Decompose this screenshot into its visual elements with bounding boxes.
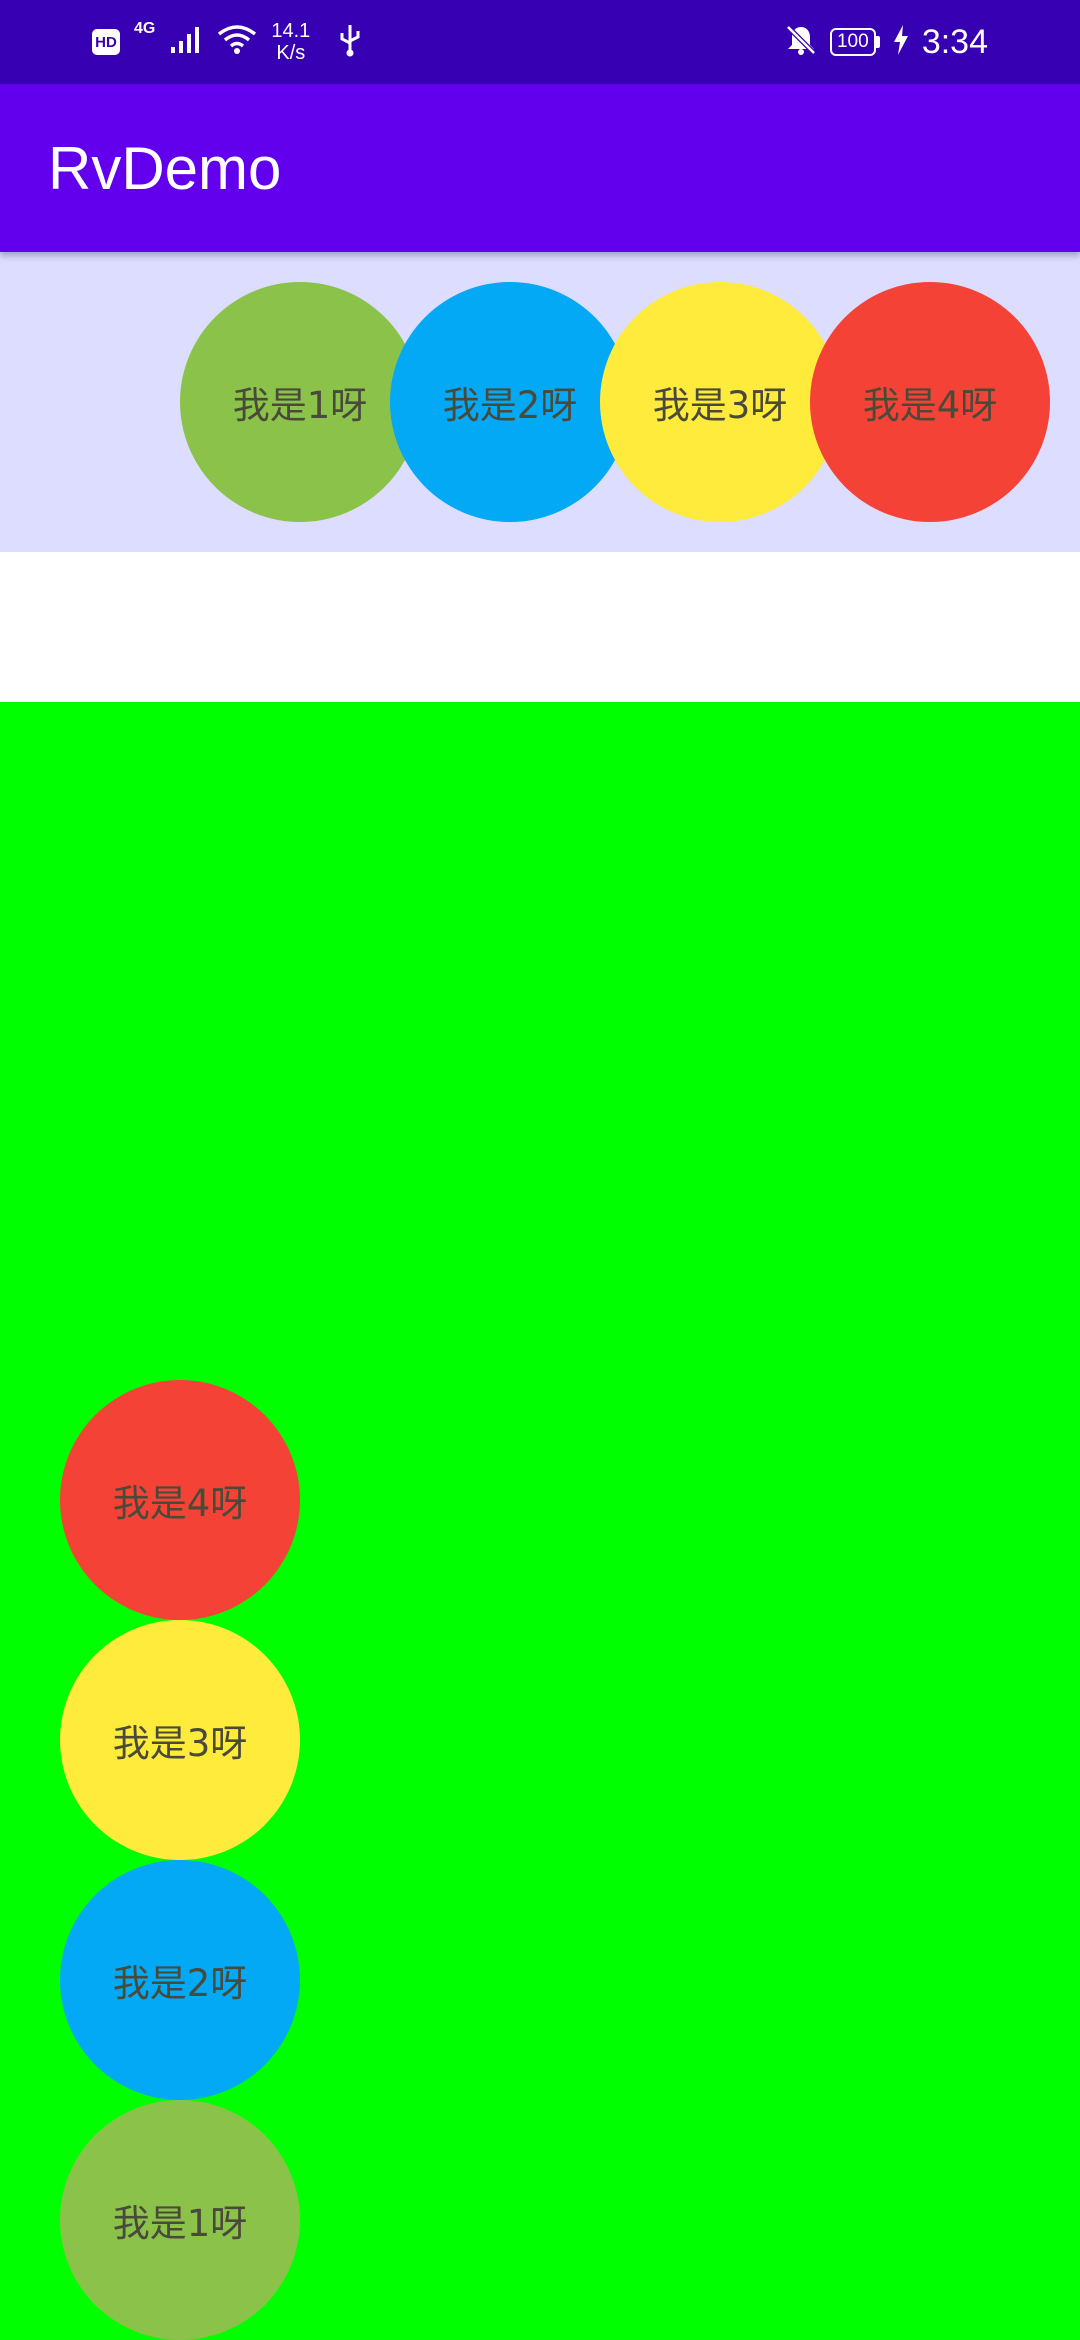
vertical-list[interactable]: 我是4呀 我是3呀 我是2呀 我是1呀 [0,702,1080,2340]
list-item[interactable]: 我是1呀 [60,2100,300,2340]
horizontal-list[interactable]: 我是1呀 我是2呀 我是3呀 我是4呀 [0,252,1080,552]
list-item-label: 我是1呀 [112,2202,248,2245]
speed-unit: K/s [276,42,306,64]
list-item-label: 我是1呀 [232,384,368,427]
list-item-label: 我是3呀 [112,1722,248,1765]
list-item-label: 我是2呀 [442,384,578,427]
signal-icon [169,25,203,59]
network-speed: 14.1 K/s [271,20,310,64]
spacer [0,552,1080,702]
wifi-icon [217,24,257,60]
list-item-label: 我是4呀 [862,384,998,427]
status-bar-left: HD 4G 14.1 K/s [92,0,362,84]
battery-icon: 100 [829,28,876,56]
usb-icon [338,23,362,61]
bell-off-icon [784,23,818,61]
list-item[interactable]: 我是4呀 [810,282,1050,522]
list-item-label: 我是3呀 [652,384,788,427]
status-bar: HD 4G 14.1 K/s 100 3:34 [0,0,1080,84]
list-item-label: 我是4呀 [112,1482,248,1525]
list-item[interactable]: 我是3呀 [600,282,840,522]
app-title: RvDemo [48,134,282,202]
battery-tip [875,36,880,48]
list-item[interactable]: 我是2呀 [390,282,630,522]
list-item[interactable]: 我是4呀 [60,1380,300,1620]
network-type: 4G [134,20,156,37]
list-item[interactable]: 我是1呀 [180,282,420,522]
app-bar: RvDemo [0,84,1080,252]
list-item-label: 我是2呀 [112,1962,248,2005]
charging-icon [892,24,910,60]
list-item[interactable]: 我是3呀 [60,1620,300,1860]
speed-value: 14.1 [271,20,311,42]
status-bar-right: 100 3:34 [784,0,988,84]
clock: 3:34 [921,22,988,61]
hd-icon: HD [92,29,120,55]
screen: HD 4G 14.1 K/s 100 3:34 RvDemo 我是1呀 我是2呀… [0,0,1080,2340]
list-item[interactable]: 我是2呀 [60,1860,300,2100]
